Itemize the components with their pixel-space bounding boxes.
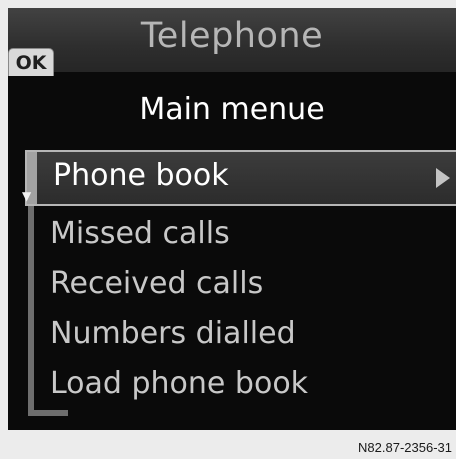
ok-button[interactable]: OK xyxy=(8,48,54,76)
menu-item-received-calls[interactable]: Received calls xyxy=(50,266,263,301)
menu-item-phone-book[interactable]: Phone book xyxy=(25,150,456,206)
menu-heading: Main menue xyxy=(139,92,325,127)
menu-item-missed-calls[interactable]: Missed calls xyxy=(50,216,230,251)
title-bar: Telephone xyxy=(8,8,456,72)
screen-title: Telephone xyxy=(140,16,324,56)
chevron-down-icon: ▼ xyxy=(22,189,32,203)
display-screen: Telephone OK Main menue Phone book ▼ Mis… xyxy=(8,8,456,430)
menu-item-label: Phone book xyxy=(53,158,229,193)
menu-item-load-phone-book[interactable]: Load phone book xyxy=(50,366,308,401)
menu-item-numbers-dialled[interactable]: Numbers dialled xyxy=(50,316,296,351)
triangle-right-icon xyxy=(436,168,450,188)
figure-caption: N82.87-2356-31 xyxy=(358,440,452,455)
scrollbar-foot xyxy=(28,410,68,416)
figure-frame: Telephone OK Main menue Phone book ▼ Mis… xyxy=(0,0,456,459)
